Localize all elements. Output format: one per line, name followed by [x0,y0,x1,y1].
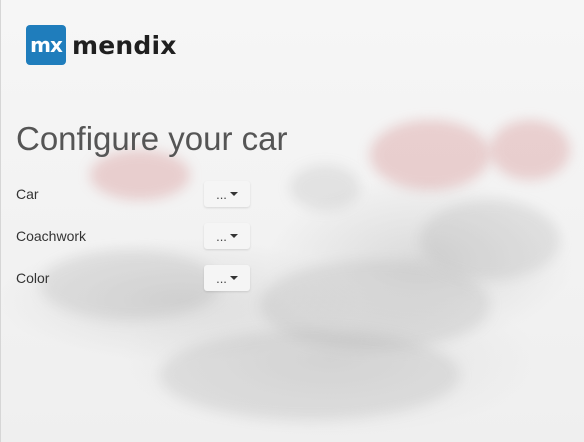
coachwork-dropdown[interactable]: ... [204,223,250,249]
window-border [0,0,1,442]
color-dropdown-value: ... [216,270,227,286]
color-label: Color [16,270,50,286]
logo-badge: mx [26,25,66,65]
logo-text: mendix [72,30,177,60]
caret-down-icon [229,234,238,238]
caret-down-icon [229,276,238,280]
mendix-logo[interactable]: mx mendix [26,25,177,65]
page-title: Configure your car [16,120,288,157]
car-dropdown[interactable]: ... [204,181,250,207]
coachwork-field-row: Coachwork ... [16,222,256,250]
color-dropdown[interactable]: ... [204,265,250,291]
car-field-row: Car ... [16,180,256,208]
caret-down-icon [229,192,238,196]
color-field-row: Color ... [16,264,256,292]
coachwork-dropdown-value: ... [216,228,227,244]
background-image [0,0,584,442]
coachwork-label: Coachwork [16,228,87,244]
car-label: Car [16,186,39,202]
car-dropdown-value: ... [216,186,227,202]
